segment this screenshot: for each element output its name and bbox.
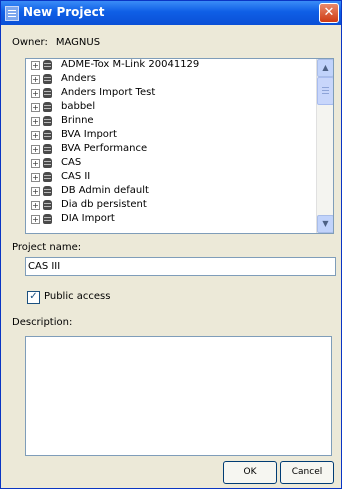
scroll-thumb[interactable] bbox=[317, 77, 333, 105]
tree-item-label: BVA Import bbox=[61, 129, 117, 140]
owner-label: Owner: bbox=[12, 37, 48, 48]
tree-scrollbar[interactable]: ▲ ▼ bbox=[316, 59, 333, 233]
database-icon bbox=[43, 200, 52, 210]
tree-item-label: babbel bbox=[61, 101, 96, 112]
description-textarea[interactable] bbox=[25, 336, 332, 456]
expand-icon[interactable]: + bbox=[31, 173, 40, 182]
tree-item-label: CAS bbox=[61, 157, 82, 168]
cancel-button[interactable]: Cancel bbox=[280, 461, 334, 484]
owner-value: MAGNUS bbox=[55, 37, 101, 48]
ok-button[interactable]: OK bbox=[223, 461, 277, 484]
expand-icon[interactable]: + bbox=[31, 89, 40, 98]
title-bar[interactable]: New Project ✕ bbox=[1, 1, 341, 25]
expand-icon[interactable]: + bbox=[31, 75, 40, 84]
expand-icon[interactable]: + bbox=[31, 61, 40, 70]
database-icon bbox=[43, 130, 52, 140]
new-project-dialog: New Project ✕ Owner: MAGNUS + ADME-Tox M-… bbox=[0, 0, 342, 489]
expand-icon[interactable]: + bbox=[31, 187, 40, 196]
tree-item-label: Dia db persistent bbox=[61, 199, 147, 210]
tree-item-label: Anders Import Test bbox=[61, 87, 156, 98]
expand-icon[interactable]: + bbox=[31, 201, 40, 210]
database-icon bbox=[43, 102, 52, 112]
description-label: Description: bbox=[12, 317, 73, 328]
tree-item-label: DB Admin default bbox=[61, 185, 149, 196]
tree-item-label: BVA Performance bbox=[61, 143, 148, 154]
database-icon bbox=[43, 144, 52, 154]
database-icon bbox=[43, 88, 52, 98]
public-access-checkbox[interactable]: ✓ bbox=[27, 291, 40, 304]
expand-icon[interactable]: + bbox=[31, 145, 40, 154]
window-title: New Project bbox=[23, 5, 105, 19]
database-icon bbox=[43, 74, 52, 84]
database-icon bbox=[43, 60, 52, 70]
expand-icon[interactable]: + bbox=[31, 117, 40, 126]
owner-row: Owner: MAGNUS bbox=[12, 37, 100, 48]
expand-icon[interactable]: + bbox=[31, 215, 40, 224]
tree-item-label: Brinne bbox=[61, 115, 94, 126]
database-icon bbox=[43, 116, 52, 126]
project-tree[interactable]: + ADME-Tox M-Link 20041129 + Anders + An… bbox=[25, 58, 334, 234]
database-icon bbox=[43, 172, 52, 182]
tree-item-label: DIA Import bbox=[61, 213, 115, 224]
scroll-up-icon[interactable]: ▲ bbox=[317, 59, 333, 77]
tree-item-label: Anders bbox=[61, 73, 96, 84]
tree-item-label: ADME-Tox M-Link 20041129 bbox=[61, 59, 200, 70]
database-icon bbox=[43, 186, 52, 196]
project-name-input[interactable] bbox=[25, 257, 336, 276]
tree-item-label: CAS II bbox=[61, 171, 91, 182]
expand-icon[interactable]: + bbox=[31, 159, 40, 168]
app-icon bbox=[5, 6, 19, 21]
public-access-label[interactable]: Public access bbox=[44, 291, 110, 302]
scroll-down-icon[interactable]: ▼ bbox=[317, 215, 333, 233]
expand-icon[interactable]: + bbox=[31, 131, 40, 140]
project-name-label: Project name: bbox=[12, 242, 82, 253]
database-icon bbox=[43, 214, 52, 224]
database-icon bbox=[43, 158, 52, 168]
close-icon[interactable]: ✕ bbox=[319, 3, 339, 23]
expand-icon[interactable]: + bbox=[31, 103, 40, 112]
